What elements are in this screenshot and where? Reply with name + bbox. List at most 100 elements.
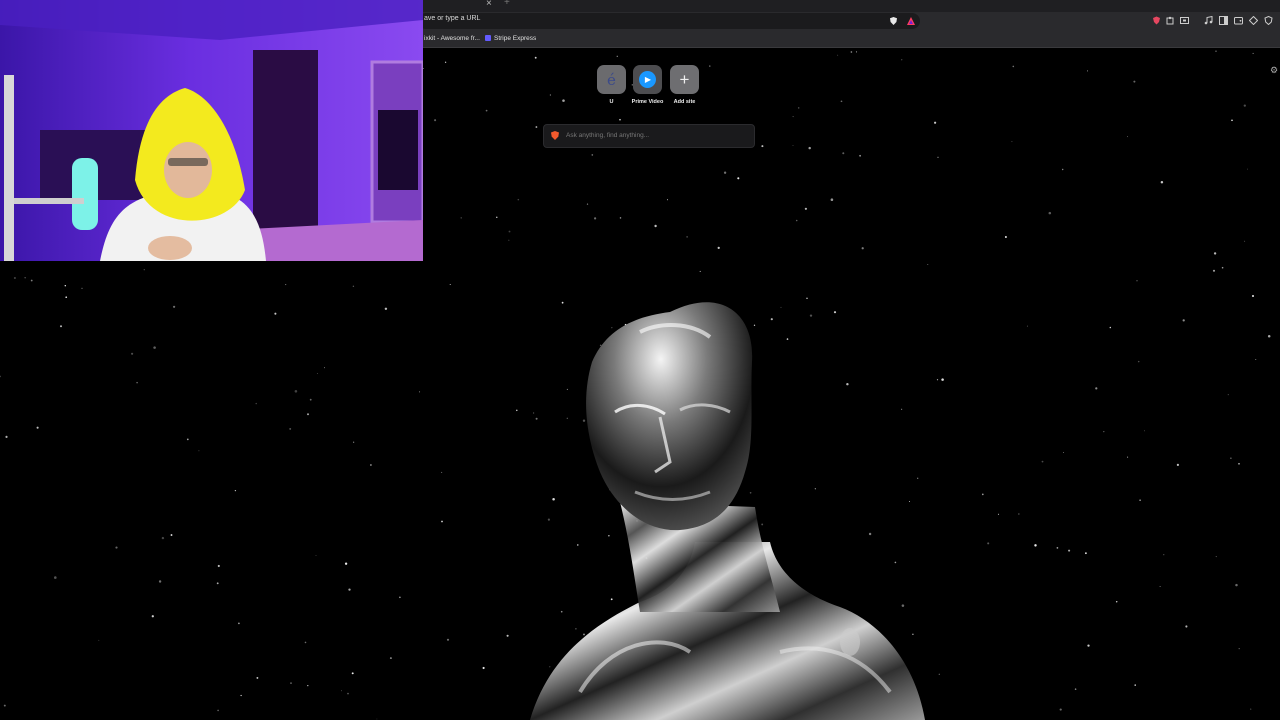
star <box>136 381 138 384</box>
star <box>1185 625 1188 628</box>
music-icon[interactable] <box>1204 16 1213 25</box>
puzzle-icon[interactable] <box>1166 16 1175 25</box>
top-site-tile: + <box>670 65 699 94</box>
top-site-prime-video[interactable]: ▶ Prime Video <box>632 65 663 105</box>
vpn-icon[interactable] <box>1264 16 1273 25</box>
star <box>937 156 939 158</box>
star <box>1018 513 1020 515</box>
settings-gear-icon[interactable]: ⚙ <box>1270 65 1278 76</box>
top-site-label: Add site <box>673 99 696 105</box>
star <box>216 582 219 585</box>
sidebar-icon[interactable] <box>1219 16 1228 25</box>
star <box>591 154 594 156</box>
star <box>808 146 811 150</box>
stripe-icon <box>485 35 491 41</box>
top-site-u[interactable]: é U <box>597 65 626 105</box>
brave-shields-icon[interactable] <box>890 17 897 25</box>
star <box>1267 334 1271 338</box>
search-input-placeholder: Ask anything, find anything... <box>566 132 650 139</box>
star <box>1227 394 1229 396</box>
star <box>1048 211 1052 215</box>
bookmark-item[interactable]: ixkit - Awesome fr... <box>424 35 480 42</box>
star <box>1246 168 1249 170</box>
star <box>384 307 388 311</box>
star <box>352 285 355 287</box>
star <box>534 56 537 59</box>
star <box>1137 360 1140 363</box>
star <box>172 305 176 308</box>
star <box>131 352 134 355</box>
star <box>1087 70 1089 72</box>
wallet-icon[interactable] <box>1234 16 1243 25</box>
leo-icon[interactable] <box>1249 16 1258 25</box>
star <box>797 107 800 109</box>
bookmark-label: Stripe Express <box>494 35 537 42</box>
star <box>13 276 16 280</box>
star <box>1087 644 1090 647</box>
star <box>1255 359 1257 360</box>
star <box>859 154 861 157</box>
address-bar[interactable]: ave or type a URL <box>418 13 920 29</box>
star <box>153 346 156 349</box>
star <box>936 379 939 381</box>
star <box>981 493 984 496</box>
star <box>938 673 940 675</box>
star <box>1062 452 1064 453</box>
letter-e-icon: é <box>607 70 616 89</box>
star <box>840 100 843 103</box>
star <box>5 435 8 438</box>
bookmark-item[interactable]: Stripe Express <box>485 35 536 42</box>
add-site-button[interactable]: + Add site <box>670 65 699 105</box>
search-box[interactable]: Ask anything, find anything... <box>543 124 755 148</box>
star <box>792 116 794 118</box>
star <box>217 564 220 568</box>
star <box>549 94 551 96</box>
star <box>1144 430 1145 432</box>
play-icon: ▶ <box>644 75 652 84</box>
screenshot-icon[interactable] <box>1180 16 1189 25</box>
top-site-tile: é <box>597 65 626 94</box>
star <box>1134 684 1136 686</box>
star <box>717 246 720 250</box>
star <box>59 325 63 328</box>
star <box>1095 387 1098 390</box>
star <box>65 296 68 299</box>
star <box>1182 319 1185 322</box>
star <box>217 709 219 712</box>
star <box>1159 586 1161 587</box>
star <box>1163 554 1165 556</box>
top-site-tile: ▶ <box>633 65 662 94</box>
star <box>1084 552 1087 555</box>
star <box>761 145 764 148</box>
chrome-figure-wallpaper <box>530 302 925 720</box>
star <box>36 426 39 429</box>
star <box>855 51 858 53</box>
brave-rewards-icon[interactable] <box>907 17 915 25</box>
plus-icon: + <box>679 69 690 89</box>
star <box>441 520 443 523</box>
star <box>1212 269 1216 272</box>
star <box>234 489 237 492</box>
new-tab-icon[interactable]: + <box>504 0 510 8</box>
star <box>143 269 145 271</box>
star <box>1056 547 1059 549</box>
star <box>158 580 162 583</box>
star <box>186 438 189 441</box>
star <box>285 284 287 286</box>
star <box>1235 583 1238 587</box>
star <box>535 126 538 128</box>
star <box>1136 280 1138 282</box>
star <box>1034 544 1037 547</box>
star <box>723 171 727 174</box>
star <box>255 402 257 405</box>
star <box>309 398 312 401</box>
star <box>1109 326 1112 329</box>
star <box>1061 168 1064 171</box>
tab-close-icon[interactable]: × <box>486 0 492 9</box>
star <box>1041 460 1044 463</box>
star <box>340 690 342 692</box>
star <box>1176 463 1180 467</box>
extension-icon[interactable] <box>1152 16 1161 25</box>
star <box>449 284 451 285</box>
star <box>586 203 589 205</box>
